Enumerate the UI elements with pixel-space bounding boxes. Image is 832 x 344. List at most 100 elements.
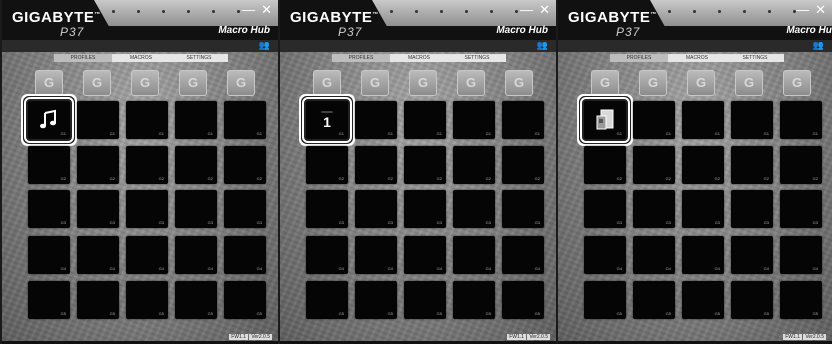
macro-key-slot[interactable]: G3	[453, 190, 495, 228]
macro-key-slot[interactable]: G1	[404, 101, 446, 139]
tab-profiles[interactable]: PROFILES	[610, 54, 668, 62]
macro-key-slot[interactable]: G1	[453, 101, 495, 139]
macro-key-slot[interactable]: G3	[502, 190, 544, 228]
tab-macros[interactable]: MACROS	[112, 54, 170, 62]
macro-key-slot-selected[interactable]: G1	[24, 97, 74, 143]
macro-key-slot[interactable]: G2	[77, 146, 119, 184]
macro-key-slot[interactable]: G5	[633, 281, 675, 319]
macro-key-slot[interactable]: G5	[584, 281, 626, 319]
macro-key-slot[interactable]: G3	[224, 190, 266, 228]
tab-settings[interactable]: SETTINGS	[726, 54, 784, 62]
g-profile-button[interactable]: G	[227, 70, 255, 96]
macro-key-slot[interactable]: G2	[780, 146, 822, 184]
macro-key-slot[interactable]: G4	[502, 236, 544, 274]
macro-key-slot[interactable]: G2	[502, 146, 544, 184]
macro-key-slot[interactable]: G5	[306, 281, 348, 319]
macro-key-slot[interactable]: G3	[126, 190, 168, 228]
g-profile-button[interactable]: G	[35, 70, 63, 96]
macro-key-slot[interactable]: G5	[502, 281, 544, 319]
macro-key-slot[interactable]: G5	[682, 281, 724, 319]
macro-key-slot[interactable]: G2	[453, 146, 495, 184]
macro-key-slot[interactable]: G3	[28, 190, 70, 228]
macro-key-slot[interactable]: G2	[306, 146, 348, 184]
macro-key-slot[interactable]: G3	[175, 190, 217, 228]
macro-key-slot[interactable]: G2	[584, 146, 626, 184]
macro-key-slot[interactable]: G1	[175, 101, 217, 139]
macro-key-slot[interactable]: G1	[633, 101, 675, 139]
macro-key-slot[interactable]: G1	[682, 101, 724, 139]
macro-key-slot[interactable]: G1	[502, 101, 544, 139]
macro-key-slot[interactable]: G2	[28, 146, 70, 184]
g-profile-button[interactable]: G	[131, 70, 159, 96]
macro-key-slot[interactable]: G3	[306, 190, 348, 228]
user-profile-icon[interactable]: 👥	[813, 40, 824, 51]
macro-key-slot[interactable]: G4	[453, 236, 495, 274]
macro-key-slot[interactable]: G4	[404, 236, 446, 274]
title-bar[interactable]: GIGABYTE™ P37 Macro Hub — ✕	[558, 0, 832, 40]
macro-key-slot[interactable]: G4	[633, 236, 675, 274]
macro-key-slot[interactable]: G3	[355, 190, 397, 228]
g-profile-button[interactable]: G	[639, 70, 667, 96]
macro-key-slot[interactable]: G5	[404, 281, 446, 319]
close-icon[interactable]: ✕	[539, 2, 550, 18]
macro-key-slot[interactable]: G1	[355, 101, 397, 139]
title-bar[interactable]: GIGABYTE™ P37 Macro Hub — ✕	[280, 0, 556, 40]
macro-key-slot[interactable]: G3	[404, 190, 446, 228]
g-profile-button[interactable]: G	[409, 70, 437, 96]
minimize-icon[interactable]: —	[796, 2, 809, 18]
g-profile-button[interactable]: G	[361, 70, 389, 96]
minimize-icon[interactable]: —	[242, 2, 255, 18]
macro-key-slot[interactable]: G4	[224, 236, 266, 274]
macro-key-slot[interactable]: G4	[28, 236, 70, 274]
close-icon[interactable]: ✕	[261, 2, 272, 18]
macro-key-slot[interactable]: G5	[731, 281, 773, 319]
macro-key-slot[interactable]: G2	[175, 146, 217, 184]
tab-settings[interactable]: SETTINGS	[448, 54, 506, 62]
macro-key-slot[interactable]: G1	[77, 101, 119, 139]
macro-key-slot[interactable]: G2	[633, 146, 675, 184]
macro-key-slot[interactable]: G4	[584, 236, 626, 274]
macro-key-slot[interactable]: G5	[355, 281, 397, 319]
macro-key-slot[interactable]: G5	[780, 281, 822, 319]
tab-macros[interactable]: MACROS	[390, 54, 448, 62]
title-bar[interactable]: GIGABYTE™ P37 Macro Hub — ✕	[2, 0, 278, 40]
tab-settings[interactable]: SETTINGS	[170, 54, 228, 62]
macro-key-slot-selected[interactable]: ▭▭▭ 1 G1	[302, 97, 352, 143]
macro-key-slot[interactable]: G4	[731, 236, 773, 274]
macro-key-slot[interactable]: G3	[682, 190, 724, 228]
macro-key-slot[interactable]: G3	[731, 190, 773, 228]
macro-key-slot[interactable]: G4	[682, 236, 724, 274]
tab-macros[interactable]: MACROS	[668, 54, 726, 62]
macro-key-slot[interactable]: G4	[780, 236, 822, 274]
macro-key-slot[interactable]: G5	[126, 281, 168, 319]
g-profile-button[interactable]: G	[313, 70, 341, 96]
macro-key-slot[interactable]: G2	[126, 146, 168, 184]
g-profile-button[interactable]: G	[591, 70, 619, 96]
macro-key-slot[interactable]: G2	[355, 146, 397, 184]
macro-key-slot[interactable]: G2	[404, 146, 446, 184]
g-profile-button[interactable]: G	[179, 70, 207, 96]
macro-key-slot[interactable]: G5	[77, 281, 119, 319]
macro-key-slot[interactable]: G4	[175, 236, 217, 274]
macro-key-slot[interactable]: G1	[224, 101, 266, 139]
g-profile-button[interactable]: G	[687, 70, 715, 96]
macro-key-slot[interactable]: G5	[224, 281, 266, 319]
macro-key-slot[interactable]: G2	[731, 146, 773, 184]
g-profile-button[interactable]: G	[505, 70, 533, 96]
macro-key-slot[interactable]: G4	[77, 236, 119, 274]
user-profile-icon[interactable]: 👥	[537, 40, 548, 51]
macro-key-slot[interactable]: G3	[633, 190, 675, 228]
minimize-icon[interactable]: —	[520, 2, 533, 18]
tab-profiles[interactable]: PROFILES	[332, 54, 390, 62]
macro-key-slot[interactable]: G3	[780, 190, 822, 228]
macro-key-slot[interactable]: G5	[453, 281, 495, 319]
g-profile-button[interactable]: G	[783, 70, 811, 96]
macro-key-slot[interactable]: G4	[126, 236, 168, 274]
macro-key-slot[interactable]: G4	[355, 236, 397, 274]
g-profile-button[interactable]: G	[83, 70, 111, 96]
macro-key-slot[interactable]: G1	[731, 101, 773, 139]
macro-key-slot[interactable]: G1	[780, 101, 822, 139]
macro-key-slot[interactable]: G3	[584, 190, 626, 228]
user-profile-icon[interactable]: 👥	[259, 40, 270, 51]
macro-key-slot[interactable]: G2	[224, 146, 266, 184]
